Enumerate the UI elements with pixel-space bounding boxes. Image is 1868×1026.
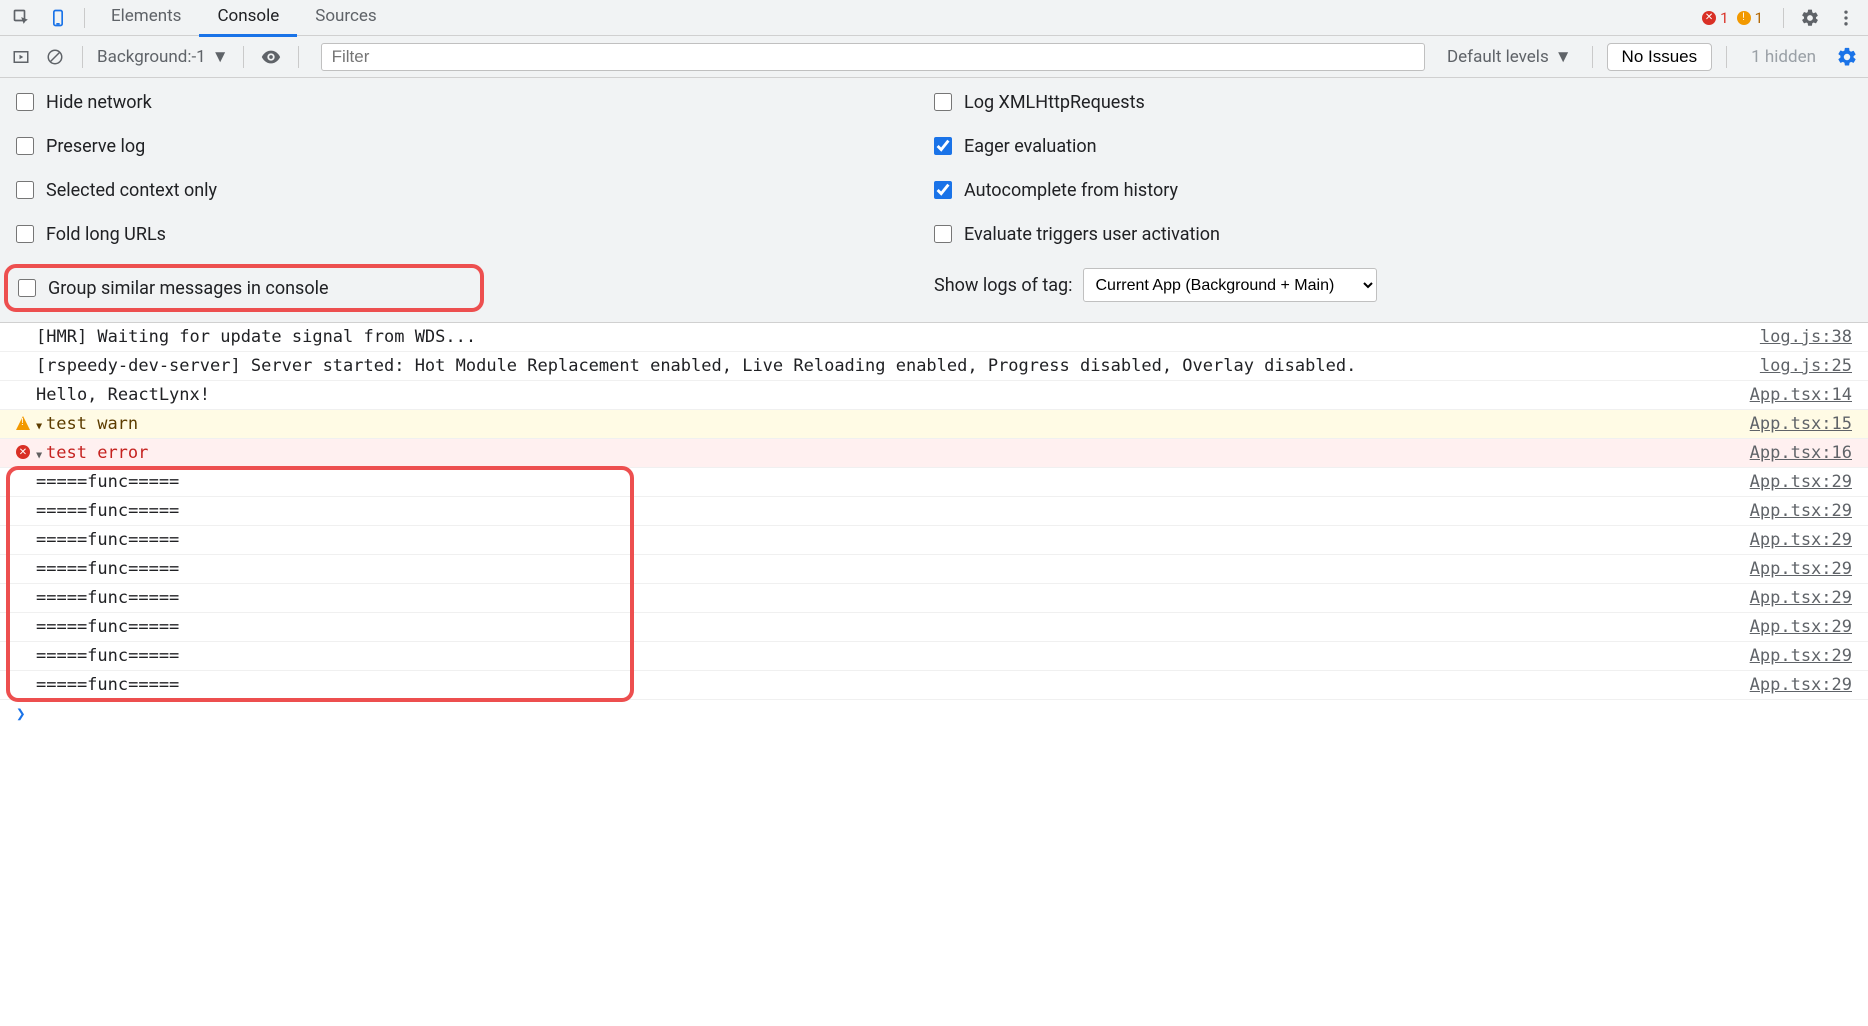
checkbox-fold-long-urls[interactable] — [16, 225, 34, 243]
log-row-error: test errorApp.tsx:16 — [0, 439, 1868, 468]
show-console-sidebar-icon[interactable] — [8, 44, 34, 70]
log-row-log: =====func=====App.tsx:29 — [0, 497, 1868, 526]
chevron-down-icon: ▼ — [212, 47, 229, 67]
log-message: [HMR] Waiting for update signal from WDS… — [36, 327, 1760, 347]
log-message: =====func===== — [36, 617, 1750, 637]
checkbox-label: Eager evaluation — [964, 136, 1097, 157]
checkbox-selected-context-only[interactable] — [16, 181, 34, 199]
log-message: [rspeedy-dev-server] Server started: Hot… — [36, 356, 1760, 376]
console-toolbar: Background:-1 ▼ Default levels ▼ No Issu… — [0, 36, 1868, 78]
checkbox-label: Preserve log — [46, 136, 145, 157]
log-row-log: =====func=====App.tsx:29 — [0, 555, 1868, 584]
console-prompt[interactable]: ❯ — [0, 700, 1868, 727]
checkbox-log-xmlhttprequests[interactable] — [934, 93, 952, 111]
log-message: =====func===== — [36, 530, 1750, 550]
inspect-icon[interactable] — [8, 4, 36, 32]
tab-console[interactable]: Console — [199, 0, 297, 37]
device-icon[interactable] — [44, 4, 72, 32]
checkbox-label: Log XMLHttpRequests — [964, 92, 1145, 113]
separator — [1783, 8, 1784, 28]
checkbox-label: Selected context only — [46, 180, 217, 201]
log-source-link[interactable]: App.tsx:29 — [1750, 617, 1852, 637]
console-settings-panel: Hide network Preserve log Selected context… — [0, 78, 1868, 323]
log-source-link[interactable]: App.tsx:29 — [1750, 646, 1852, 666]
log-source-link[interactable]: log.js:25 — [1760, 356, 1852, 376]
log-row-warn: test warnApp.tsx:15 — [0, 410, 1868, 439]
checkbox-preserve-log[interactable] — [16, 137, 34, 155]
log-source-link[interactable]: App.tsx:15 — [1750, 414, 1852, 434]
console-settings-gear-icon[interactable] — [1834, 44, 1860, 70]
live-expression-icon[interactable] — [258, 44, 284, 70]
separator — [1592, 46, 1593, 68]
log-source-link[interactable]: App.tsx:29 — [1750, 530, 1852, 550]
log-row-log: =====func=====App.tsx:29 — [0, 468, 1868, 497]
chevron-down-icon: ▼ — [1555, 47, 1572, 67]
checkbox-label: Evaluate triggers user activation — [964, 224, 1220, 245]
log-source-link[interactable]: log.js:38 — [1760, 327, 1852, 347]
log-row-log: [rspeedy-dev-server] Server started: Hot… — [0, 352, 1868, 381]
separator — [84, 8, 85, 28]
log-message: test warn — [36, 414, 1750, 434]
error-count-badge[interactable]: ✕1 — [1702, 9, 1728, 27]
log-message: Hello, ReactLynx! — [36, 385, 1750, 405]
issues-button[interactable]: No Issues — [1607, 43, 1713, 71]
separator — [243, 46, 244, 68]
log-message: =====func===== — [36, 588, 1750, 608]
expand-icon[interactable] — [34, 423, 45, 429]
console-log-area: [HMR] Waiting for update signal from WDS… — [0, 323, 1868, 727]
log-source-link[interactable]: App.tsx:29 — [1750, 472, 1852, 492]
log-row-log: =====func=====App.tsx:29 — [0, 613, 1868, 642]
filter-input[interactable] — [321, 43, 1425, 71]
context-selector[interactable]: Background:-1 ▼ — [97, 47, 229, 67]
checkbox-label: Hide network — [46, 92, 152, 113]
checkbox-evaluate-triggers-user-activation[interactable] — [934, 225, 952, 243]
log-message: =====func===== — [36, 472, 1750, 492]
log-row-log: =====func=====App.tsx:29 — [0, 671, 1868, 700]
more-icon[interactable] — [1832, 4, 1860, 32]
separator — [82, 46, 83, 68]
settings-gear-icon[interactable] — [1796, 4, 1824, 32]
tag-filter-select[interactable]: Current App (Background + Main) — [1083, 268, 1377, 302]
checkbox-label: Autocomplete from history — [964, 180, 1178, 201]
log-source-link[interactable]: App.tsx:29 — [1750, 588, 1852, 608]
log-source-link[interactable]: App.tsx:14 — [1750, 385, 1852, 405]
log-source-link[interactable]: App.tsx:16 — [1750, 443, 1852, 463]
log-row-log: [HMR] Waiting for update signal from WDS… — [0, 323, 1868, 352]
tab-sources[interactable]: Sources — [297, 0, 394, 37]
log-row-log: =====func=====App.tsx:29 — [0, 642, 1868, 671]
log-message: =====func===== — [36, 646, 1750, 666]
log-message: =====func===== — [36, 559, 1750, 579]
log-message: test error — [36, 443, 1750, 463]
warning-count-badge[interactable]: !1 — [1737, 9, 1763, 27]
checkbox-label: Group similar messages in console — [48, 278, 329, 299]
checkbox-group-similar-messages-in-console[interactable] — [18, 279, 36, 297]
separator — [298, 46, 299, 68]
checkbox-hide-network[interactable] — [16, 93, 34, 111]
error-icon — [16, 445, 30, 459]
log-levels-selector[interactable]: Default levels ▼ — [1441, 47, 1578, 67]
log-message: =====func===== — [36, 675, 1750, 695]
log-row-log: =====func=====App.tsx:29 — [0, 526, 1868, 555]
log-source-link[interactable]: App.tsx:29 — [1750, 675, 1852, 695]
warning-icon — [16, 416, 30, 430]
log-row-log: =====func=====App.tsx:29 — [0, 584, 1868, 613]
clear-console-icon[interactable] — [42, 44, 68, 70]
log-row-log: Hello, ReactLynx!App.tsx:14 — [0, 381, 1868, 410]
log-source-link[interactable]: App.tsx:29 — [1750, 559, 1852, 579]
devtools-tab-strip: ElementsConsoleSources ✕1 !1 — [0, 0, 1868, 36]
log-source-link[interactable]: App.tsx:29 — [1750, 501, 1852, 521]
log-message: =====func===== — [36, 501, 1750, 521]
hidden-messages-label[interactable]: 1 hidden — [1741, 47, 1826, 67]
checkbox-autocomplete-from-history[interactable] — [934, 181, 952, 199]
tag-filter-label: Show logs of tag: — [934, 275, 1073, 296]
tab-elements[interactable]: Elements — [93, 0, 199, 37]
checkbox-eager-evaluation[interactable] — [934, 137, 952, 155]
checkbox-label: Fold long URLs — [46, 224, 166, 245]
separator — [1726, 46, 1727, 68]
expand-icon[interactable] — [34, 452, 45, 458]
